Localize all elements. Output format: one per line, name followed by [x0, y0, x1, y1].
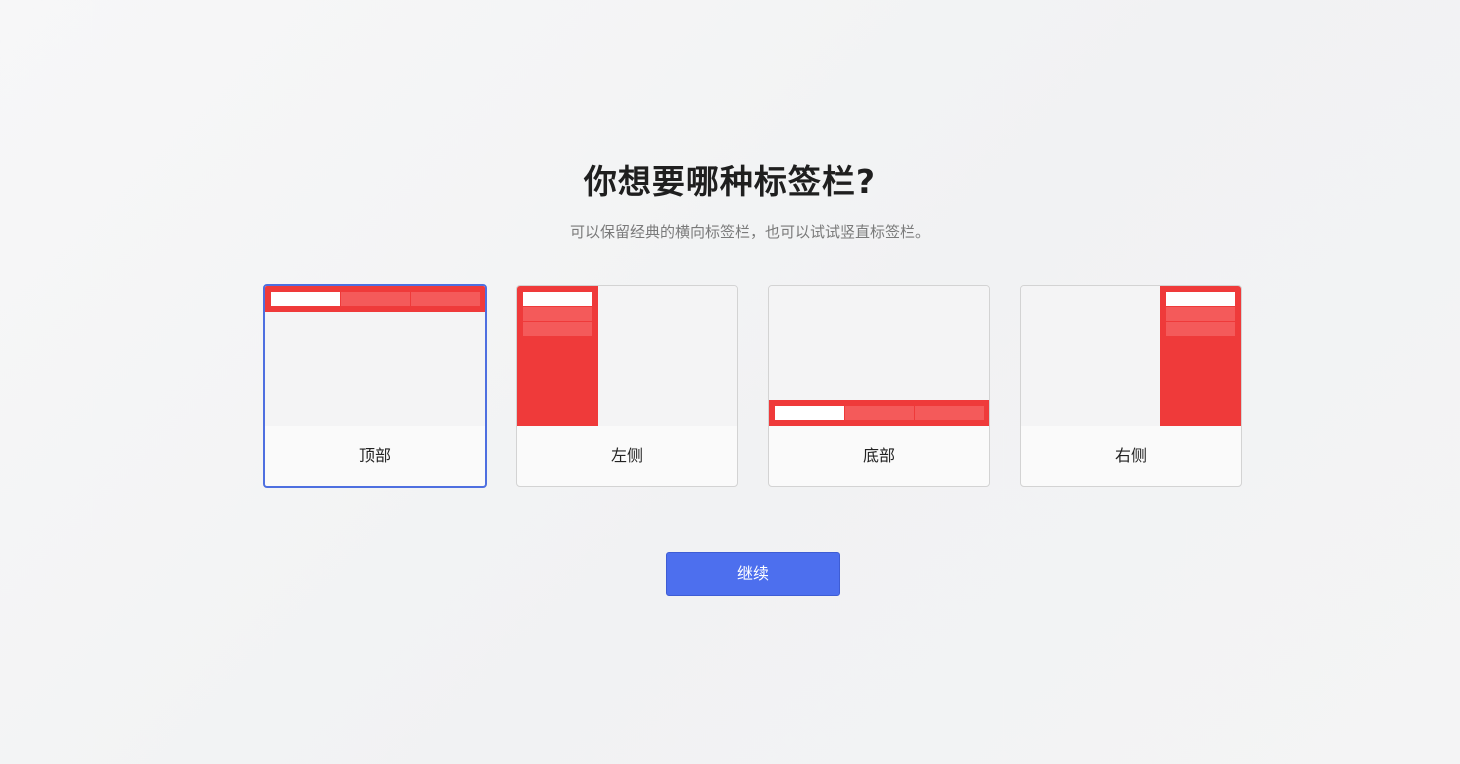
continue-button[interactable]: 继续: [666, 552, 840, 596]
preview-tabbar: [517, 286, 598, 426]
preview-tab-active: [775, 406, 844, 420]
preview-right-tabbar: [1021, 286, 1241, 426]
preview-tab: [845, 406, 914, 420]
preview-tab: [1166, 322, 1235, 336]
option-card-bottom[interactable]: 底部: [768, 285, 990, 487]
preview-bottom-tabbar: [769, 286, 989, 426]
preview-tab-active: [523, 292, 592, 306]
page-title: 你想要哪种标签栏?: [583, 162, 877, 201]
preview-tab-active: [271, 292, 340, 306]
preview-top-tabbar: [265, 286, 485, 426]
preview-tab: [1166, 307, 1235, 321]
preview-tab: [411, 292, 480, 306]
preview-tab-active: [1166, 292, 1235, 306]
preview-tabbar: [265, 286, 485, 312]
preview-tabbar: [1160, 286, 1241, 426]
option-card-top[interactable]: 顶部: [263, 284, 487, 488]
option-label: 顶部: [358, 446, 391, 465]
preview-tabbar: [769, 400, 989, 426]
preview-left-tabbar: [517, 286, 737, 426]
preview-tab: [523, 322, 592, 336]
option-card-right[interactable]: 右侧: [1020, 285, 1242, 487]
preview-tab: [915, 406, 984, 420]
tabbar-position-options: 顶部 左侧 底部 右侧: [263, 284, 1242, 488]
preview-tab: [341, 292, 410, 306]
page-subtitle: 可以保留经典的横向标签栏，也可以试试竖直标签栏。: [569, 223, 930, 241]
preview-tab: [523, 307, 592, 321]
option-card-left[interactable]: 左侧: [516, 285, 738, 487]
option-label: 左侧: [610, 446, 643, 465]
option-label: 底部: [862, 446, 895, 465]
option-label: 右侧: [1114, 446, 1147, 465]
